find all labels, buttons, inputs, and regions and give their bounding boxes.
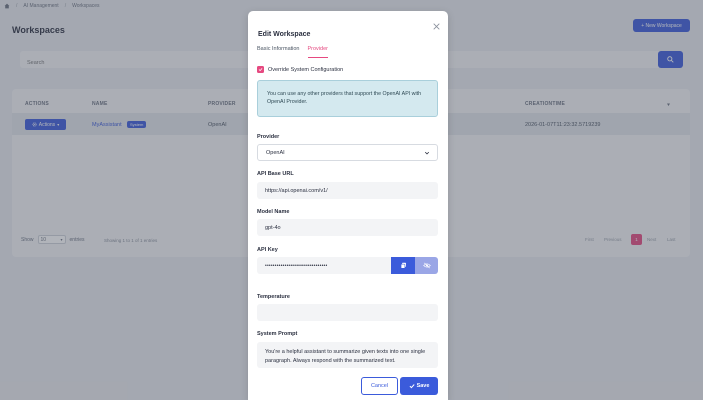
temperature-label: Temperature: [257, 294, 290, 300]
modal-title: Edit Workspace: [258, 31, 311, 38]
close-icon: [432, 22, 440, 30]
copy-api-key-button[interactable]: [391, 257, 415, 274]
provider-select-value: OpenAI: [266, 149, 285, 156]
override-config-checkbox[interactable]: [257, 66, 264, 73]
eye-slash-icon: [422, 262, 431, 269]
edit-workspace-modal: Edit Workspace Basic Information Provide…: [248, 11, 448, 400]
close-button[interactable]: [431, 21, 441, 31]
save-button[interactable]: Save: [400, 377, 438, 395]
temperature-input[interactable]: [257, 304, 438, 321]
override-config-label[interactable]: Override System Configuration: [268, 67, 343, 73]
api-key-input[interactable]: ••••••••••••••••••••••••••••••••: [257, 257, 392, 274]
provider-label: Provider: [257, 134, 280, 140]
api-base-url-label: API Base URL: [257, 171, 294, 177]
model-name-label: Model Name: [257, 209, 290, 215]
modal-tabs: Basic Information Provider: [257, 46, 328, 58]
info-alert: You can use any other providers that sup…: [257, 80, 438, 117]
override-config-row: Override System Configuration: [257, 66, 343, 73]
system-prompt-label: System Prompt: [257, 331, 298, 337]
save-label: Save: [416, 383, 430, 389]
tab-basic-information[interactable]: Basic Information: [257, 46, 300, 58]
check-icon: [409, 384, 415, 389]
check-icon: [258, 68, 263, 72]
model-name-input[interactable]: gpt-4o: [257, 219, 438, 236]
api-base-url-input[interactable]: https://api.openai.com/v1/: [257, 182, 438, 199]
tab-provider[interactable]: Provider: [307, 46, 328, 58]
api-key-label: API Key: [257, 247, 278, 253]
cancel-button[interactable]: Cancel: [361, 377, 398, 395]
chevron-down-icon: [424, 151, 430, 154]
provider-select[interactable]: OpenAI: [257, 144, 438, 161]
system-prompt-textarea[interactable]: You're a helpful assistant to summarize …: [257, 342, 438, 368]
copy-icon: [400, 262, 406, 269]
toggle-api-key-visibility-button[interactable]: [415, 257, 438, 274]
